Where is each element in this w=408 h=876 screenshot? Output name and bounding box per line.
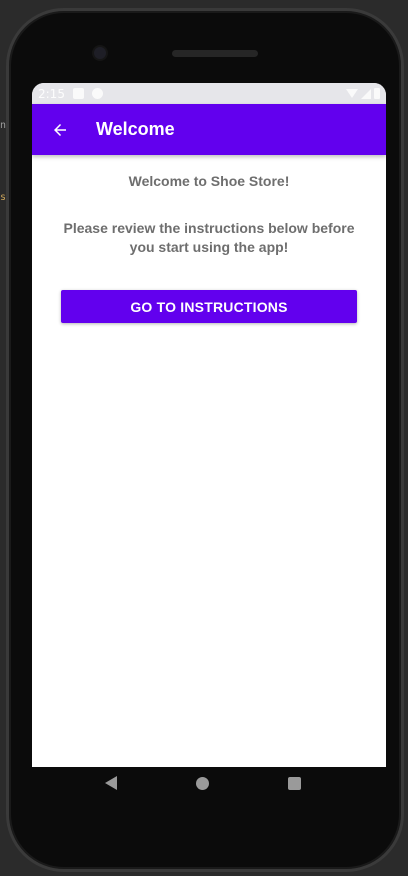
arrow-back-icon [54,123,66,136]
page-title: Welcome [96,119,175,139]
back-button[interactable] [32,104,88,155]
nav-home-icon[interactable] [195,776,209,790]
device-frame: 2:15 Welcome Welcome to Shoe Store! Plea… [6,8,404,872]
nav-recents-icon[interactable] [287,776,301,790]
app-screen: 2:15 Welcome Welcome to Shoe Store! Plea… [32,83,386,767]
notification-icon [91,88,103,99]
nav-back-icon[interactable] [105,776,118,790]
camera-icon [94,47,106,59]
instructions-message: Please review the instructions below bef… [63,220,355,255]
app-bar: Welcome [32,104,386,155]
welcome-heading: Welcome to Shoe Store! [128,173,290,189]
wifi-icon [346,89,358,98]
status-bar: 2:15 [32,83,386,104]
signal-icon [361,88,371,99]
system-nav-bar [26,759,380,807]
battery-icon [374,88,380,99]
status-time: 2:15 [38,86,65,101]
speaker-grille [172,50,258,57]
go-to-instructions-button[interactable]: GO TO INSTRUCTIONS [61,290,357,323]
status-indicators [346,88,380,99]
notification-icon [72,88,84,99]
welcome-content: Welcome to Shoe Store! Please review the… [32,173,386,323]
